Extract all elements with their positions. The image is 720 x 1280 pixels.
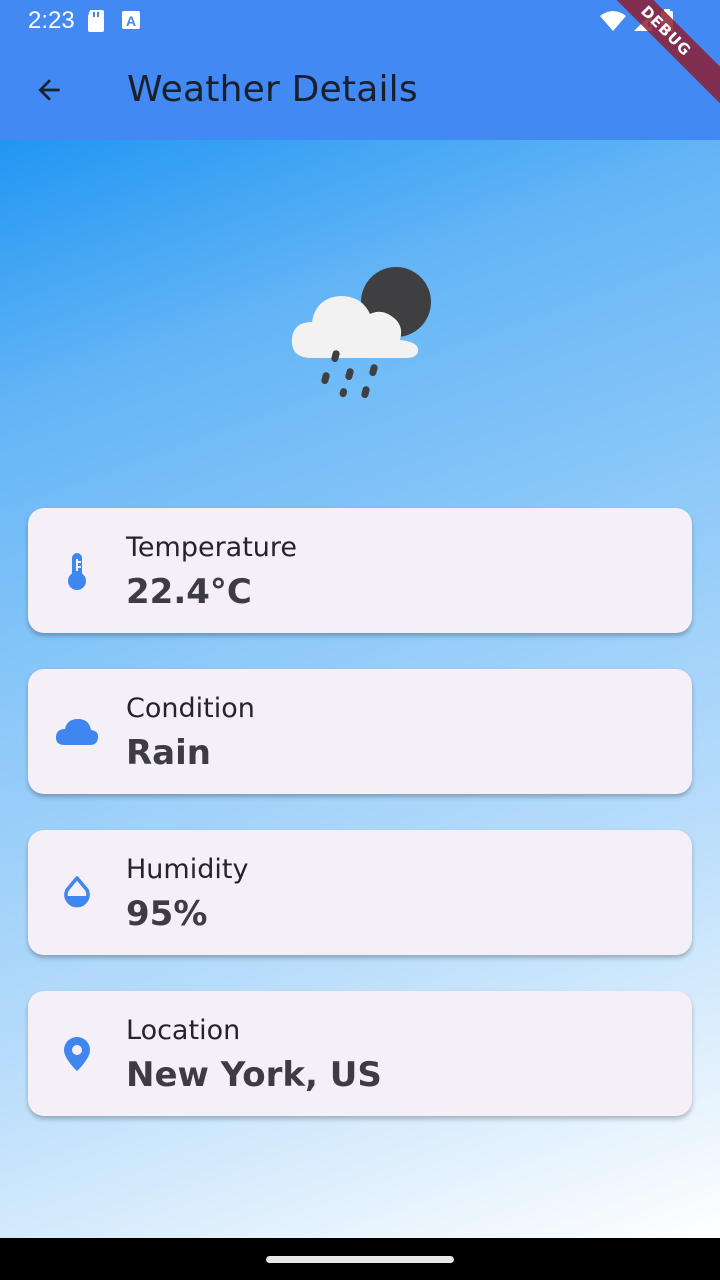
thermometer-icon xyxy=(54,548,100,594)
status-time: 2:23 xyxy=(28,7,75,34)
cloud-rain-night-icon xyxy=(282,260,442,410)
page-title: Weather Details xyxy=(127,69,418,110)
wifi-icon xyxy=(600,10,626,37)
sd-card-icon xyxy=(86,9,106,38)
status-bar: 2:23 A xyxy=(0,0,720,42)
weather-content: Temperature 22.4°C Condition Rain Humidi… xyxy=(0,140,720,1238)
app-bar: Weather Details xyxy=(0,42,720,140)
humidity-card: Humidity 95% xyxy=(28,830,692,955)
card-value: New York, US xyxy=(126,1055,382,1095)
card-label: Humidity xyxy=(126,854,249,885)
font-a-icon: A xyxy=(120,9,142,38)
card-label: Temperature xyxy=(126,532,298,563)
status-left-icons: A xyxy=(86,9,142,38)
water-drop-icon xyxy=(54,870,100,916)
condition-card: Condition Rain xyxy=(28,669,692,794)
card-label: Location xyxy=(126,1015,241,1046)
svg-text:A: A xyxy=(126,13,136,29)
arrow-back-icon xyxy=(33,74,65,111)
cloud-icon xyxy=(54,709,100,755)
location-card: Location New York, US xyxy=(28,991,692,1116)
card-label: Condition xyxy=(126,693,255,724)
card-value: Rain xyxy=(126,733,211,773)
location-pin-icon xyxy=(54,1031,100,1077)
back-button[interactable] xyxy=(22,69,76,115)
card-value: 22.4°C xyxy=(126,572,252,612)
card-value: 95% xyxy=(126,894,208,934)
temperature-card: Temperature 22.4°C xyxy=(28,508,692,633)
system-nav-bar xyxy=(0,1238,720,1280)
home-gesture-handle[interactable] xyxy=(266,1256,454,1263)
